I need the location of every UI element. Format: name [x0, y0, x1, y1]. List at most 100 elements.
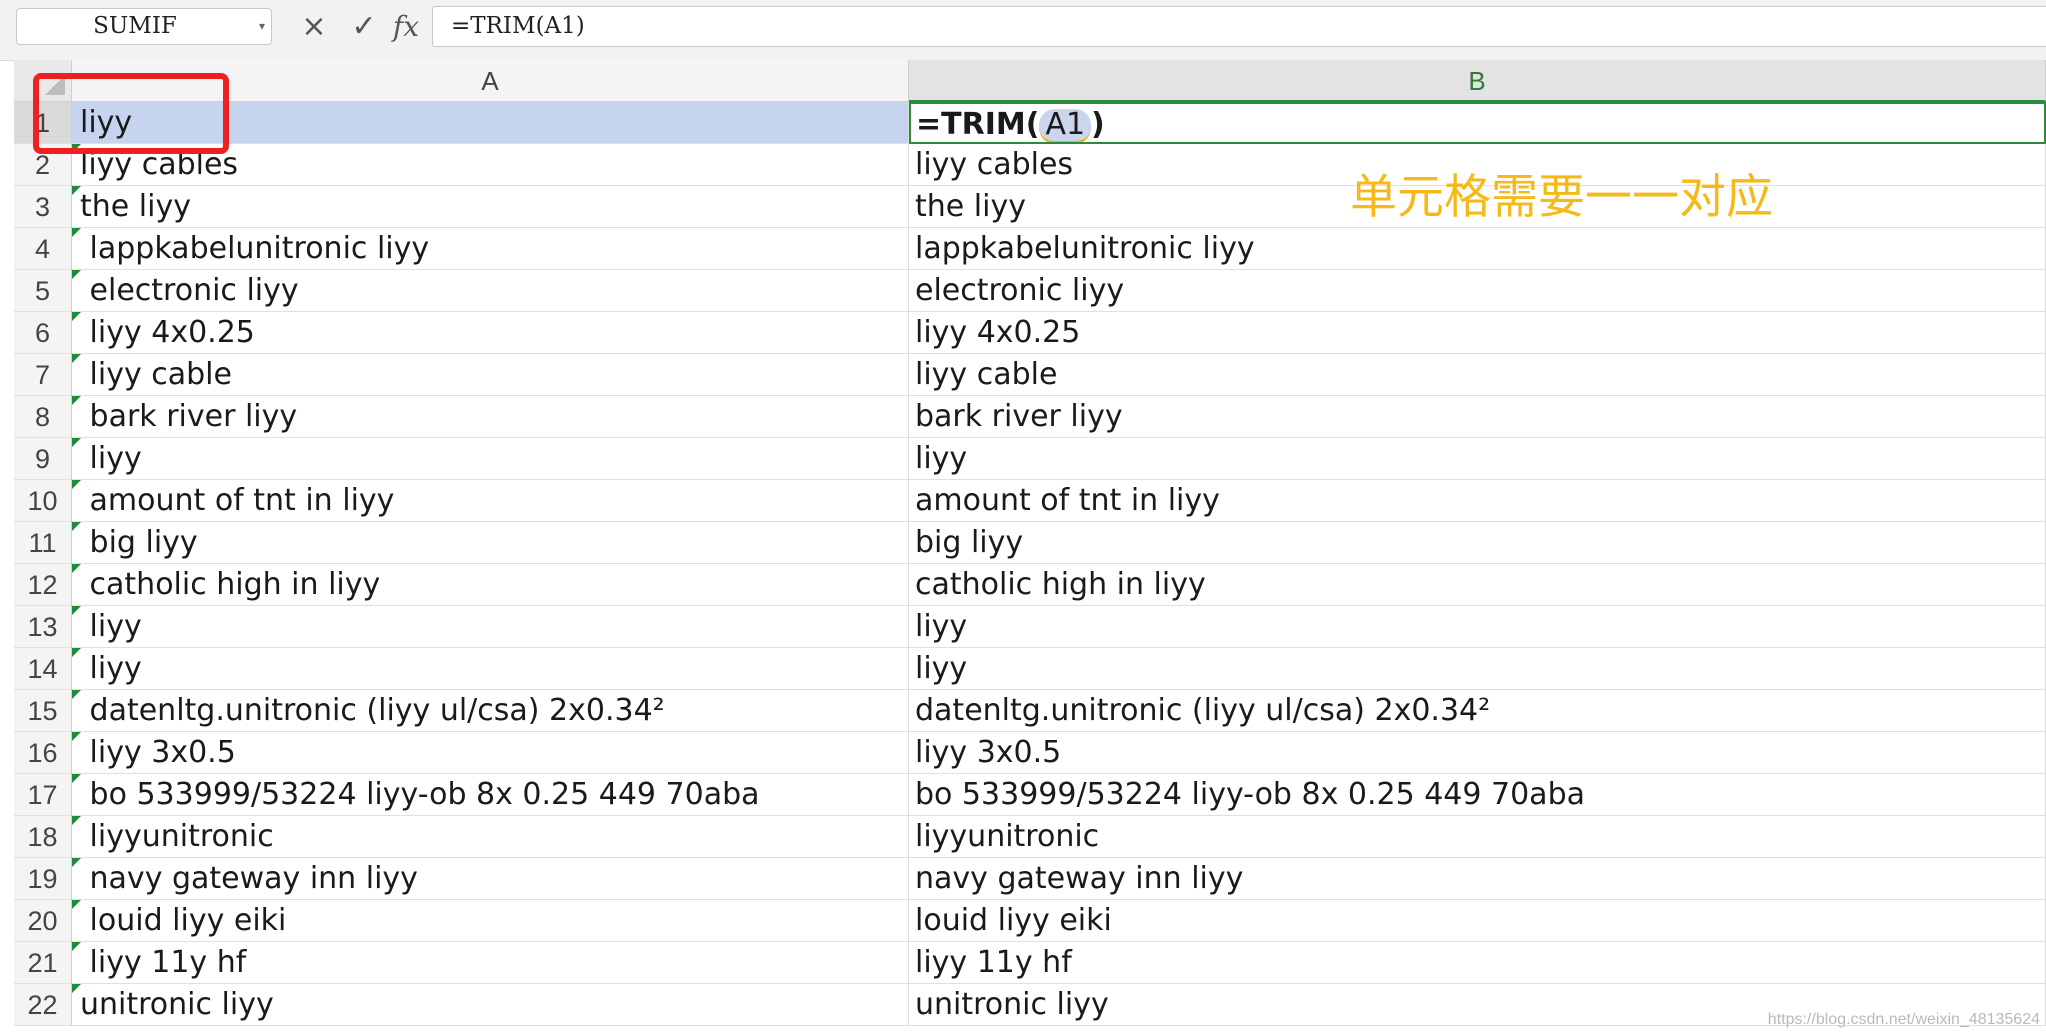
table-row: 4 lappkabelunitronic liyy lappkabelunitro…	[0, 228, 2046, 270]
row-number[interactable]: 20	[14, 900, 72, 942]
table-row: 10 amount of tnt in liyy amount of tnt in…	[0, 480, 2046, 522]
error-indicator-icon	[72, 900, 81, 909]
cell-b[interactable]: liyy	[909, 606, 2046, 648]
formula-toolbar: SUMIF ▾ × ✓ fx =TRIM(A1)	[0, 0, 2046, 61]
name-box[interactable]: SUMIF ▾	[16, 8, 272, 45]
cell-a[interactable]: liyy 11y hf	[72, 942, 909, 984]
cell-b[interactable]: liyy 3x0.5	[909, 732, 2046, 774]
cell-a[interactable]: liyy	[72, 438, 909, 480]
error-indicator-icon	[72, 816, 81, 825]
cell-a[interactable]: liyy 3x0.5	[72, 732, 909, 774]
error-indicator-icon	[72, 690, 81, 699]
cell-a[interactable]: liyy	[72, 648, 909, 690]
table-row: 18 liyyunitronic liyyunitronic	[0, 816, 2046, 858]
cell-a[interactable]: electronic liyy	[72, 270, 909, 312]
table-row: 17 bo 533999/53224 liyy-ob 8x 0.25 449 7…	[0, 774, 2046, 816]
row-number[interactable]: 10	[14, 480, 72, 522]
error-indicator-icon	[72, 984, 81, 993]
row-number[interactable]: 5	[14, 270, 72, 312]
cell-b[interactable]: big liyy	[909, 522, 2046, 564]
table-row: 1 liyy =TRIM(A1)	[0, 102, 2046, 144]
cell-a[interactable]: unitronic liyy	[72, 984, 909, 1026]
cell-b[interactable]: louid liyy eiki	[909, 900, 2046, 942]
red-highlight-box	[33, 73, 229, 154]
row-number[interactable]: 6	[14, 312, 72, 354]
formula-input[interactable]: =TRIM(A1)	[432, 6, 2046, 47]
error-indicator-icon	[72, 564, 81, 573]
name-box-value: SUMIF	[93, 13, 177, 39]
cell-b[interactable]: bark river liyy	[909, 396, 2046, 438]
row-number[interactable]: 19	[14, 858, 72, 900]
watermark: https://blog.csdn.net/weixin_48135624	[1767, 1011, 2040, 1028]
table-row: 5 electronic liyy electronic liyy	[0, 270, 2046, 312]
cell-b[interactable]: navy gateway inn liyy	[909, 858, 2046, 900]
error-indicator-icon	[72, 858, 81, 867]
cell-a[interactable]: big liyy	[72, 522, 909, 564]
row-number[interactable]: 18	[14, 816, 72, 858]
error-indicator-icon	[72, 228, 81, 237]
cell-b[interactable]: amount of tnt in liyy	[909, 480, 2046, 522]
cell-b[interactable]: catholic high in liyy	[909, 564, 2046, 606]
cell-b[interactable]: liyy 11y hf	[909, 942, 2046, 984]
cell-b[interactable]: electronic liyy	[909, 270, 2046, 312]
row-number[interactable]: 13	[14, 606, 72, 648]
table-row: 19 navy gateway inn liyy navy gateway inn…	[0, 858, 2046, 900]
cell-b[interactable]: liyyunitronic	[909, 816, 2046, 858]
cell-b[interactable]: liyy cable	[909, 354, 2046, 396]
error-indicator-icon	[72, 312, 81, 321]
formula-prefix: =TRIM(	[916, 107, 1040, 142]
annotation-text: 单元格需要一一对应	[1350, 170, 1773, 225]
cell-b[interactable]: =TRIM(A1)	[909, 102, 2046, 144]
row-number[interactable]: 22	[14, 984, 72, 1026]
row-number[interactable]: 8	[14, 396, 72, 438]
error-indicator-icon	[72, 438, 81, 447]
cell-b[interactable]: lappkabelunitronic liyy	[909, 228, 2046, 270]
cell-a[interactable]: navy gateway inn liyy	[72, 858, 909, 900]
row-number[interactable]: 17	[14, 774, 72, 816]
cell-b[interactable]: bo 533999/53224 liyy-ob 8x 0.25 449 70ab…	[909, 774, 2046, 816]
column-header-b[interactable]: B	[909, 60, 2046, 102]
cancel-icon[interactable]: ×	[296, 8, 332, 45]
error-indicator-icon	[72, 270, 81, 279]
row-number[interactable]: 9	[14, 438, 72, 480]
table-row: 21 liyy 11y hf liyy 11y hf	[0, 942, 2046, 984]
cell-a[interactable]: datenltg.unitronic (liyy ul/csa) 2x0.34²	[72, 690, 909, 732]
table-row: 14 liyy liyy	[0, 648, 2046, 690]
row-number[interactable]: 15	[14, 690, 72, 732]
formula-text: =TRIM(A1)	[451, 13, 585, 39]
cell-a[interactable]: liyyunitronic	[72, 816, 909, 858]
row-number[interactable]: 4	[14, 228, 72, 270]
cell-b[interactable]: liyy	[909, 648, 2046, 690]
cell-a[interactable]: the liyy	[72, 186, 909, 228]
cell-a[interactable]: amount of tnt in liyy	[72, 480, 909, 522]
cell-a[interactable]: catholic high in liyy	[72, 564, 909, 606]
dropdown-arrow-icon[interactable]: ▾	[259, 9, 265, 44]
row-number[interactable]: 11	[14, 522, 72, 564]
error-indicator-icon	[72, 774, 81, 783]
cell-b[interactable]: liyy 4x0.25	[909, 312, 2046, 354]
cell-a[interactable]: louid liyy eiki	[72, 900, 909, 942]
error-indicator-icon	[72, 606, 81, 615]
cell-a[interactable]: lappkabelunitronic liyy	[72, 228, 909, 270]
cell-b[interactable]: liyy	[909, 438, 2046, 480]
error-indicator-icon	[72, 522, 81, 531]
cell-a[interactable]: liyy cable	[72, 354, 909, 396]
table-row: 15 datenltg.unitronic (liyy ul/csa) 2x0.…	[0, 690, 2046, 732]
error-indicator-icon	[72, 396, 81, 405]
cell-a[interactable]: bo 533999/53224 liyy-ob 8x 0.25 449 70ab…	[72, 774, 909, 816]
error-indicator-icon	[72, 354, 81, 363]
row-number[interactable]: 7	[14, 354, 72, 396]
row-number[interactable]: 12	[14, 564, 72, 606]
fx-icon[interactable]: fx	[388, 8, 424, 45]
row-number[interactable]: 14	[14, 648, 72, 690]
cell-b[interactable]: datenltg.unitronic (liyy ul/csa) 2x0.34²	[909, 690, 2046, 732]
cell-a[interactable]: liyy	[72, 606, 909, 648]
table-row: 11 big liyy big liyy	[0, 522, 2046, 564]
row-number[interactable]: 16	[14, 732, 72, 774]
row-number[interactable]: 21	[14, 942, 72, 984]
table-row: 20 louid liyy eiki louid liyy eiki	[0, 900, 2046, 942]
cell-a[interactable]: bark river liyy	[72, 396, 909, 438]
confirm-icon[interactable]: ✓	[346, 8, 382, 45]
row-number[interactable]: 3	[14, 186, 72, 228]
cell-a[interactable]: liyy 4x0.25	[72, 312, 909, 354]
